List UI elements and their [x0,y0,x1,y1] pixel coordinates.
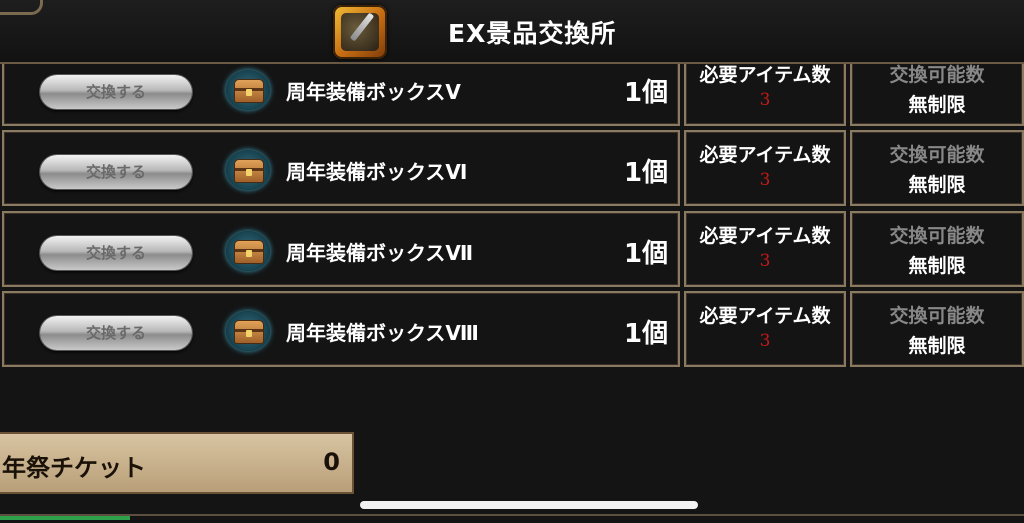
required-items-label: 必要アイテム数 [699,144,831,166]
required-items-cell: 必要アイテム数 3 [684,291,846,367]
item-panel: 交換する 周年装備ボックスⅧ 1個 [2,291,680,367]
ex-shop-icon [333,5,387,59]
required-items-cell: 必要アイテム数 3 [684,130,846,206]
required-items-value: 3 [759,90,771,110]
item-panel: 交換する 周年装備ボックスⅥ 1個 [2,130,680,206]
exchange-button[interactable]: 交換する [40,155,192,189]
exchange-limit-label: 交換可能数 [889,305,985,327]
exchange-limit-value: 無制限 [908,335,966,357]
header-bar: EX景品交換所 [0,0,1024,64]
treasure-chest-icon [226,150,270,190]
item-name: 周年装備ボックスⅧ [286,321,479,345]
exchange-limit-value: 無制限 [908,174,966,196]
exchange-limit-value: 無制限 [908,94,966,116]
page-title: EX景品交換所 [448,19,617,48]
ticket-label: 年祭チケット [2,454,146,482]
exchange-button[interactable]: 交換する [40,316,192,350]
list-item: 交換する 周年装備ボックスⅧ 1個 必要アイテム数 3 交換可能数 無制限 [0,291,1024,369]
treasure-chest-icon [226,311,270,351]
item-quantity: 1個 [624,239,669,269]
exchange-button[interactable]: 交換する [40,236,192,270]
exchange-limit-label: 交換可能数 [889,64,985,86]
item-name: 周年装備ボックスⅥ [286,160,468,184]
required-items-label: 必要アイテム数 [699,225,831,247]
progress-indicator [0,516,130,520]
item-quantity: 1個 [624,78,669,108]
corner-ornament [0,0,43,15]
exchange-limit-cell: 交換可能数 無制限 [850,291,1024,367]
required-items-value: 3 [759,170,771,190]
exchange-limit-cell: 交換可能数 無制限 [850,211,1024,287]
exchange-button[interactable]: 交換する [40,75,192,109]
exchange-limit-label: 交換可能数 [889,144,985,166]
exchange-limit-value: 無制限 [908,255,966,277]
required-items-label: 必要アイテム数 [699,305,831,327]
exchange-limit-cell: 交換可能数 無制限 [850,130,1024,206]
ticket-panel: 年祭チケット 0 [0,432,354,494]
required-items-value: 3 [759,331,771,351]
item-quantity: 1個 [624,319,669,349]
required-items-value: 3 [759,251,771,271]
treasure-chest-icon [226,231,270,271]
required-items-cell: 必要アイテム数 3 [684,211,846,287]
exchange-limit-label: 交換可能数 [889,225,985,247]
list-item: 交換する 周年装備ボックスⅦ 1個 必要アイテム数 3 交換可能数 無制限 [0,211,1024,289]
item-quantity: 1個 [624,158,669,188]
item-name: 周年装備ボックスⅤ [286,80,461,104]
item-panel: 交換する 周年装備ボックスⅦ 1個 [2,211,680,287]
list-item: 交換する 周年装備ボックスⅥ 1個 必要アイテム数 3 交換可能数 無制限 [0,130,1024,208]
treasure-chest-icon [226,70,270,110]
footer-divider [0,514,1024,516]
item-name: 周年装備ボックスⅦ [286,241,474,265]
required-items-label: 必要アイテム数 [699,64,831,86]
home-indicator[interactable] [360,501,698,509]
ticket-count: 0 [323,448,340,476]
